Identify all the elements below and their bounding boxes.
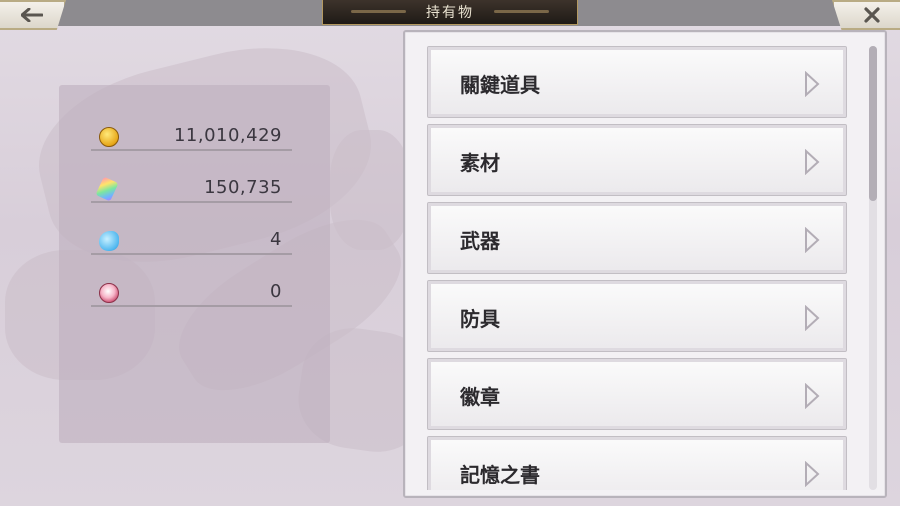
category-item-materials[interactable]: 素材 [427, 124, 847, 196]
category-label: 武器 [460, 229, 500, 253]
category-label: 防具 [460, 307, 500, 331]
category-item-weapons[interactable]: 武器 [427, 202, 847, 274]
currency-row-pink: 0 [91, 255, 292, 307]
category-item-key-items[interactable]: 關鍵道具 [427, 46, 847, 118]
category-item-memory-books[interactable]: 記憶之書 [427, 436, 847, 490]
category-list: 關鍵道具 素材 武器 防具 徽章 記憶之書 [427, 44, 849, 490]
category-label: 素材 [460, 151, 500, 175]
category-list-panel: 關鍵道具 素材 武器 防具 徽章 記憶之書 [403, 30, 887, 498]
page-title-plate: 持有物 [322, 0, 578, 25]
list-scrollbar[interactable] [869, 46, 877, 490]
currency-row-crystal: 150,735 [91, 151, 292, 203]
currency-row-fish: 4 [91, 203, 292, 255]
crystal-amount: 150,735 [204, 177, 282, 198]
fish-amount: 4 [270, 229, 282, 250]
chevron-right-icon [805, 461, 820, 487]
pink-orb-amount: 0 [270, 281, 282, 302]
chevron-right-icon [805, 305, 820, 331]
page-title: 持有物 [426, 5, 474, 21]
pink-orb-icon [99, 283, 119, 303]
cloth-shape [330, 130, 410, 250]
category-item-badges[interactable]: 徽章 [427, 358, 847, 430]
currency-panel: 11,010,429 150,735 4 0 [59, 85, 330, 443]
chevron-right-icon [805, 149, 820, 175]
category-item-armor[interactable]: 防具 [427, 280, 847, 352]
close-icon [864, 7, 880, 23]
crystal-icon [95, 176, 119, 202]
category-label: 徽章 [460, 385, 500, 409]
back-button[interactable] [0, 0, 66, 30]
gold-amount: 11,010,429 [173, 125, 282, 146]
close-button[interactable] [832, 0, 900, 30]
category-label: 關鍵道具 [460, 73, 540, 97]
scrollbar-thumb[interactable] [869, 46, 877, 201]
arrow-left-icon [21, 8, 43, 22]
currency-row-gold: 11,010,429 [91, 99, 292, 151]
chevron-right-icon [805, 71, 820, 97]
fish-token-icon [99, 231, 119, 251]
category-label: 記憶之書 [460, 463, 540, 487]
chevron-right-icon [805, 227, 820, 253]
chevron-right-icon [805, 383, 820, 409]
gold-coin-icon [99, 127, 119, 147]
